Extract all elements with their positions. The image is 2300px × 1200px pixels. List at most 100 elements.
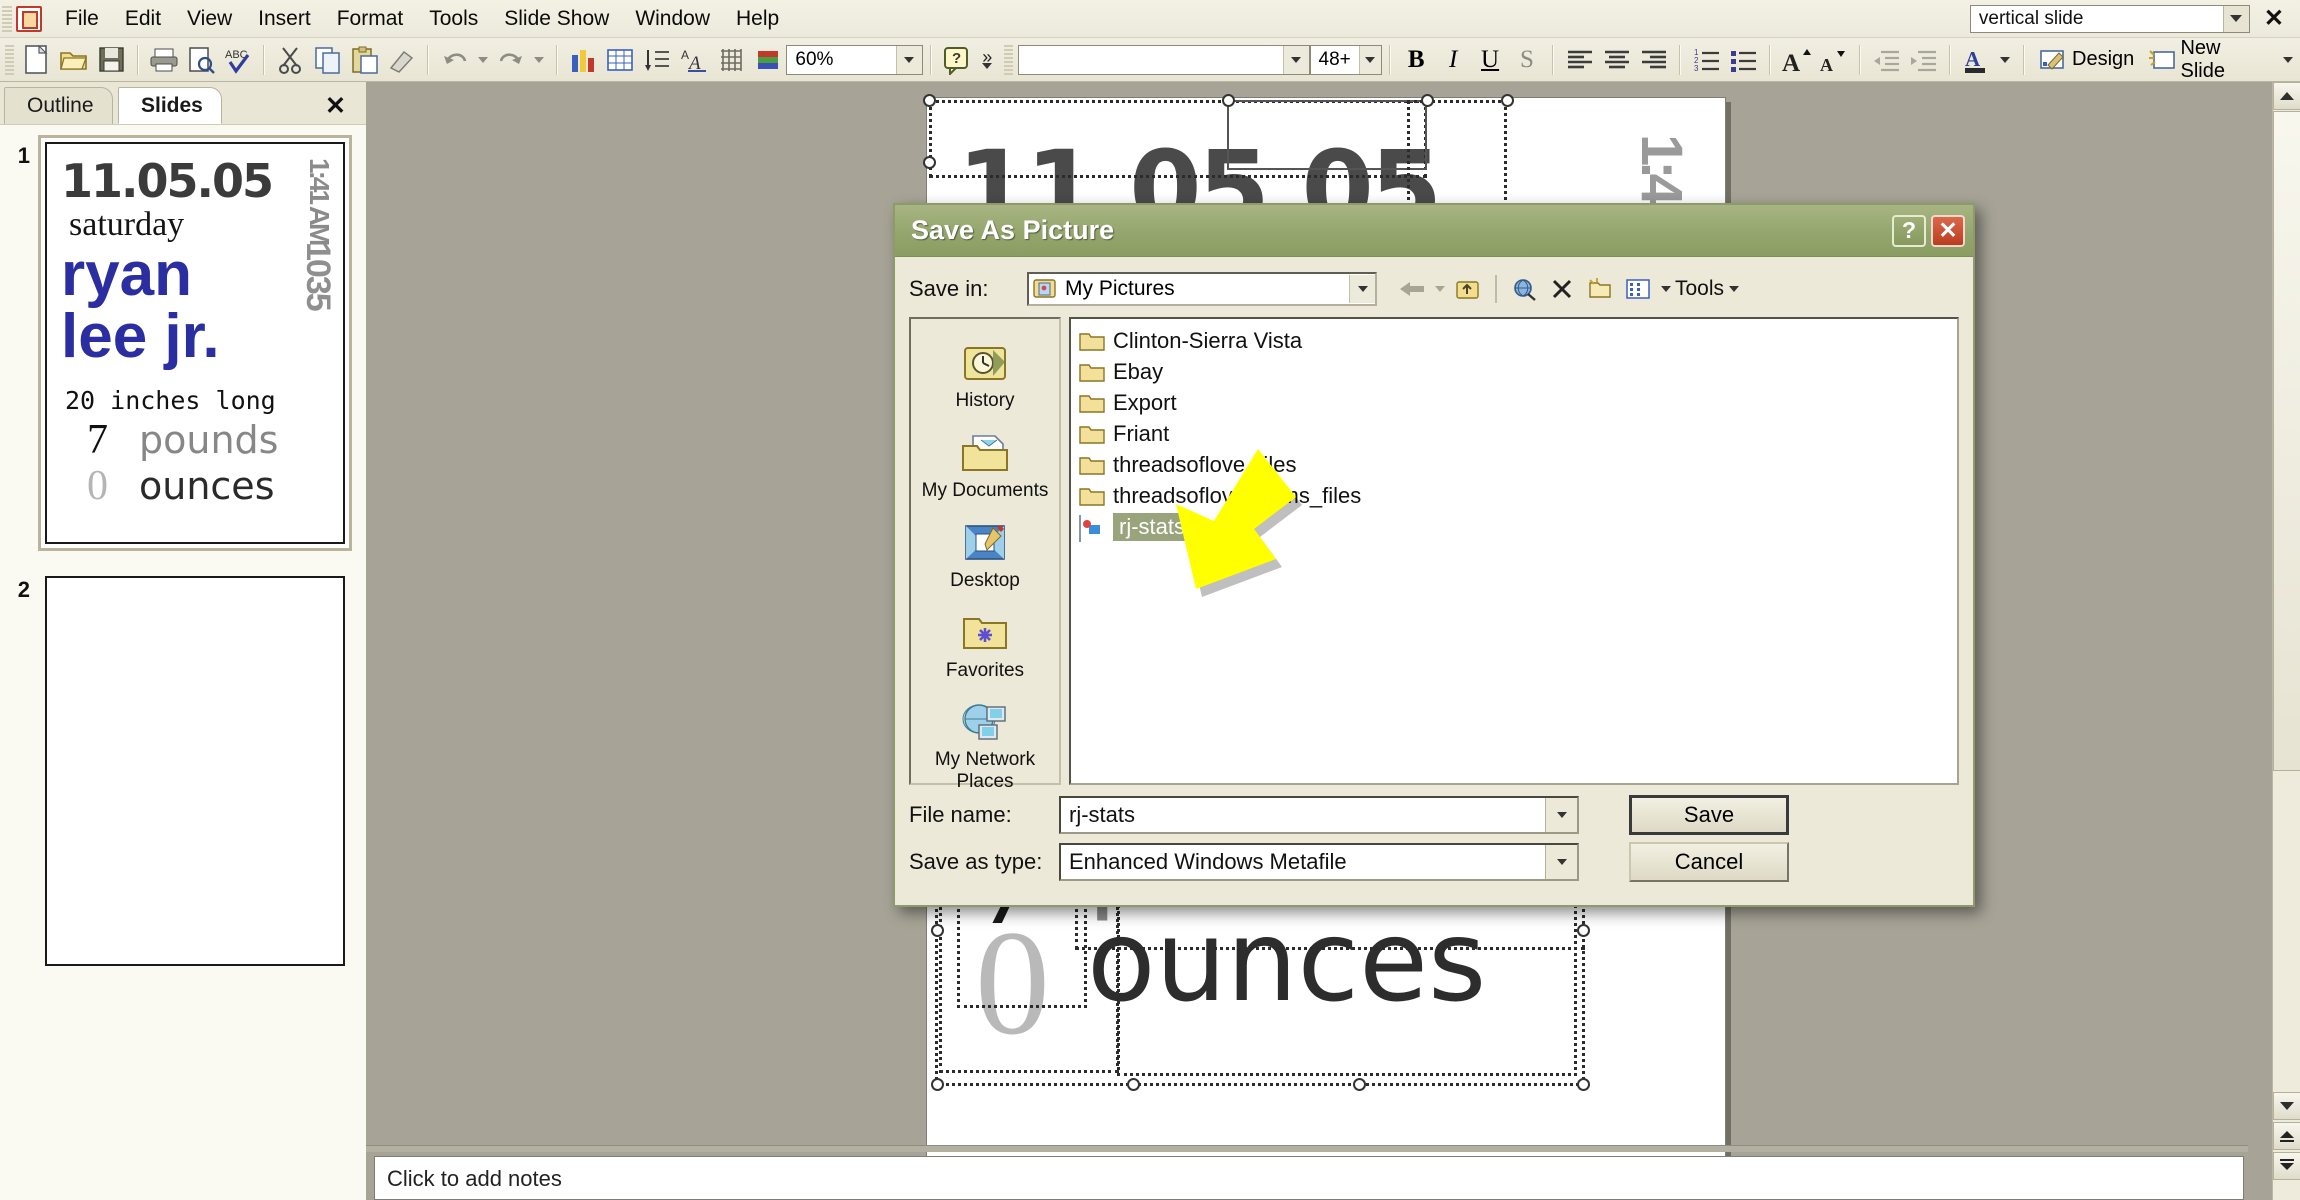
place-favorites[interactable]: Favorites <box>915 605 1055 689</box>
font-name-selector[interactable] <box>1017 44 1310 75</box>
resize-handle[interactable] <box>1222 94 1235 107</box>
spelling-check-icon[interactable]: ABC <box>219 42 256 78</box>
italic-icon[interactable]: I <box>1435 42 1472 78</box>
file-list-item-selected[interactable]: rj-stats <box>1079 511 1949 542</box>
align-left-icon[interactable] <box>1561 42 1598 78</box>
redo-dropdown-icon[interactable] <box>529 42 548 78</box>
zoom-selector[interactable]: 60% <box>786 44 923 75</box>
scroll-down-button[interactable] <box>2273 1092 2300 1120</box>
file-name-input[interactable]: rj-stats <box>1059 796 1579 834</box>
save-as-picture-dialog[interactable]: Save As Picture ? ✕ Save in: My Pictures <box>893 203 1975 907</box>
help-icon[interactable]: ? <box>939 42 976 78</box>
place-history[interactable]: History <box>915 335 1055 419</box>
undo-dropdown-icon[interactable] <box>473 42 492 78</box>
notes-divider[interactable] <box>366 1145 2248 1152</box>
save-icon[interactable] <box>93 42 130 78</box>
task-pane-selector[interactable]: vertical slide <box>1969 4 2250 33</box>
cancel-button[interactable]: Cancel <box>1629 842 1789 882</box>
slide-thumbnail-2[interactable]: 2 <box>0 551 366 973</box>
menu-item-tools[interactable]: Tools <box>416 4 491 34</box>
toolbar-more-icon[interactable] <box>2275 42 2300 78</box>
print-icon[interactable] <box>146 42 183 78</box>
line-spacing-icon[interactable] <box>639 42 676 78</box>
increase-indent-icon[interactable] <box>1905 42 1942 78</box>
close-pane-icon[interactable]: ✕ <box>325 91 346 121</box>
save-as-type-select[interactable]: Enhanced Windows Metafile <box>1059 843 1579 881</box>
tab-slides[interactable]: Slides <box>118 87 222 124</box>
decrease-indent-icon[interactable] <box>1868 42 1905 78</box>
color-palette-icon[interactable] <box>749 42 786 78</box>
close-icon[interactable]: ✕ <box>2264 4 2284 33</box>
tools-button[interactable]: Tools <box>1675 277 1740 301</box>
menu-item-help[interactable]: Help <box>723 4 792 34</box>
chevron-down-icon[interactable] <box>1358 45 1381 74</box>
menu-item-file[interactable]: File <box>52 4 112 34</box>
paste-icon[interactable] <box>346 42 383 78</box>
file-list[interactable]: Clinton-Sierra Vista Ebay Export Friant <box>1069 317 1959 785</box>
resize-handle[interactable] <box>1421 94 1434 107</box>
underline-icon[interactable]: U <box>1472 42 1509 78</box>
slide-thumbnail-list[interactable]: 1 11.05.05 1:41 AM saturday 1035 ryan le… <box>0 124 366 1200</box>
menu-item-window[interactable]: Window <box>622 4 723 34</box>
selection-frame-vertical[interactable] <box>1407 100 1507 220</box>
chevron-down-icon[interactable] <box>1545 798 1577 832</box>
menu-item-view[interactable]: View <box>174 4 245 34</box>
next-slide-button[interactable] <box>2273 1152 2300 1180</box>
resize-handle[interactable] <box>1127 1078 1140 1091</box>
decrease-font-icon[interactable]: A <box>1815 42 1852 78</box>
scroll-up-button[interactable] <box>2273 82 2300 110</box>
help-button[interactable]: ? <box>1892 214 1926 247</box>
resize-handle[interactable] <box>923 156 936 169</box>
menu-item-edit[interactable]: Edit <box>112 4 174 34</box>
chevron-down-icon[interactable] <box>1349 275 1375 303</box>
file-list-item[interactable]: threadsoflove_files <box>1079 449 1949 480</box>
insert-chart-icon[interactable] <box>565 42 602 78</box>
cut-scissors-icon[interactable] <box>272 42 309 78</box>
tab-outline[interactable]: Outline <box>4 87 113 124</box>
resize-handle[interactable] <box>1353 1078 1366 1091</box>
chevron-down-icon[interactable] <box>1282 45 1309 74</box>
resize-handle[interactable] <box>923 94 936 107</box>
back-arrow-icon[interactable] <box>1393 272 1431 306</box>
file-list-item[interactable]: Friant <box>1079 418 1949 449</box>
toolbar-overflow-icon[interactable]: » <box>976 42 999 78</box>
new-document-icon[interactable] <box>19 42 56 78</box>
views-icon[interactable] <box>1619 272 1657 306</box>
chevron-down-icon[interactable] <box>2222 5 2249 32</box>
slide-thumbnail-1[interactable]: 1 11.05.05 1:41 AM saturday 1035 ryan le… <box>0 125 366 551</box>
align-right-icon[interactable] <box>1635 42 1672 78</box>
file-list-item[interactable]: Clinton-Sierra Vista <box>1079 325 1949 356</box>
vertical-scrollbar[interactable] <box>2272 82 2300 1200</box>
file-list-item[interactable]: threadsoflove_items_files <box>1079 480 1949 511</box>
font-size-selector[interactable]: 48+ <box>1309 44 1382 75</box>
align-center-icon[interactable] <box>1598 42 1635 78</box>
font-color-dropdown-icon[interactable] <box>1995 42 2016 78</box>
views-dropdown-icon[interactable] <box>1657 272 1675 306</box>
toolbar-grip[interactable] <box>5 44 14 75</box>
change-case-icon[interactable]: AA <box>676 42 713 78</box>
print-preview-icon[interactable] <box>182 42 219 78</box>
back-dropdown-icon[interactable] <box>1431 272 1449 306</box>
bold-icon[interactable]: B <box>1398 42 1435 78</box>
menubar-grip[interactable] <box>2 5 12 32</box>
place-my-network-places[interactable]: My Network Places <box>915 694 1055 800</box>
menu-item-slide-show[interactable]: Slide Show <box>491 4 622 34</box>
file-list-item[interactable]: Export <box>1079 387 1949 418</box>
selection-frame-title[interactable] <box>1227 100 1427 170</box>
bulleted-list-icon[interactable] <box>1725 42 1762 78</box>
shadow-icon[interactable]: S <box>1509 42 1546 78</box>
grid-icon[interactable] <box>713 42 750 78</box>
close-icon[interactable]: ✕ <box>1931 214 1965 247</box>
chevron-down-icon[interactable] <box>895 45 922 74</box>
dialog-titlebar[interactable]: Save As Picture ? ✕ <box>895 205 1973 257</box>
copy-icon[interactable] <box>309 42 346 78</box>
file-list-item[interactable]: Ebay <box>1079 356 1949 387</box>
menu-item-insert[interactable]: Insert <box>245 4 324 34</box>
increase-font-icon[interactable]: A <box>1778 42 1815 78</box>
resize-handle[interactable] <box>1577 1078 1590 1091</box>
place-my-documents[interactable]: My Documents <box>915 425 1055 509</box>
resize-handle[interactable] <box>931 924 944 937</box>
resize-handle[interactable] <box>1501 94 1514 107</box>
design-button[interactable]: Design <box>2032 48 2141 72</box>
open-folder-icon[interactable] <box>56 42 93 78</box>
